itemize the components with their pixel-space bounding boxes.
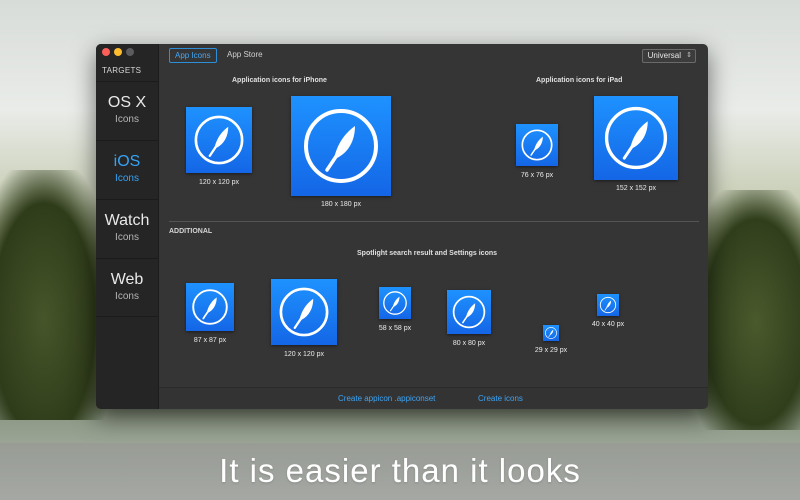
sidebar-item-subtitle: Icons: [115, 232, 139, 243]
icon-size-label: 40 x 40 px: [591, 321, 625, 328]
create-icons-button[interactable]: Create icons: [478, 394, 523, 403]
feather-icon: [194, 115, 244, 165]
targets-sidebar: TARGETS OS X Icons iOS Icons Watch Icons…: [96, 44, 159, 409]
window-controls: [102, 48, 134, 56]
feather-icon: [545, 327, 557, 339]
minimize-window-button[interactable]: [114, 48, 122, 56]
sidebar-item-title: iOS: [113, 153, 141, 170]
icon-preview-iphone-120[interactable]: [186, 107, 252, 173]
main-panel: App Icons App Store Universal ⇕ Applicat…: [159, 44, 708, 409]
feather-icon: [521, 129, 553, 161]
spotlight-section-label: Spotlight search result and Settings ico…: [357, 250, 498, 257]
device-select[interactable]: Universal ⇕: [641, 49, 696, 63]
sidebar-item-ios[interactable]: iOS Icons: [96, 140, 158, 198]
device-select-value: Universal: [647, 51, 681, 60]
section-divider: [169, 221, 699, 222]
close-window-button[interactable]: [102, 48, 110, 56]
feather-icon: [279, 287, 329, 337]
icon-size-label: 120 x 120 px: [283, 351, 325, 358]
sidebar-item-subtitle: Icons: [115, 173, 139, 184]
zoom-window-button[interactable]: [126, 48, 134, 56]
sidebar-item-title: Watch: [104, 212, 150, 229]
feather-icon: [304, 109, 378, 183]
icon-size-label: 87 x 87 px: [193, 337, 227, 344]
sidebar-item-watch[interactable]: Watch Icons: [96, 199, 158, 257]
icon-preview-spotlight-40[interactable]: [597, 294, 619, 316]
create-appiconset-button[interactable]: Create appicon .appiconset: [338, 394, 435, 403]
sidebar-item-subtitle: Icons: [115, 114, 139, 125]
feather-icon: [452, 295, 486, 329]
icon-size-label: 58 x 58 px: [378, 325, 412, 332]
icon-preview-spotlight-58[interactable]: [379, 287, 411, 319]
feather-icon: [192, 289, 228, 325]
sidebar-item-web[interactable]: Web Icons: [96, 258, 158, 317]
icon-size-label: 80 x 80 px: [452, 340, 486, 347]
updown-chevron-icon: ⇕: [686, 52, 692, 59]
action-footer: Create appicon .appiconset Create icons: [159, 387, 708, 409]
icon-size-label: 29 x 29 px: [534, 347, 568, 354]
icon-size-label: 76 x 76 px: [520, 172, 554, 179]
icon-preview-spotlight-87[interactable]: [186, 283, 234, 331]
icon-preview-spotlight-120[interactable]: [271, 279, 337, 345]
feather-icon: [599, 296, 617, 314]
icon-preview-spotlight-80[interactable]: [447, 290, 491, 334]
iphone-section-label: Application icons for iPhone: [232, 77, 327, 84]
icon-preview-iphone-180[interactable]: [291, 96, 391, 196]
icon-preview-ipad-152[interactable]: [594, 96, 678, 180]
tab-bar: App Icons App Store Universal ⇕: [159, 44, 708, 63]
sidebar-item-title: OS X: [107, 94, 147, 111]
ipad-section-label: Application icons for iPad: [536, 77, 623, 84]
promo-banner-text: It is easier than it looks: [219, 452, 581, 489]
icon-size-label: 180 x 180 px: [320, 201, 362, 208]
targets-heading: TARGETS: [102, 66, 142, 75]
icon-preview-spotlight-29[interactable]: [543, 325, 559, 341]
sidebar-item-title: Web: [110, 271, 144, 288]
app-window: TARGETS OS X Icons iOS Icons Watch Icons…: [96, 44, 708, 409]
sidebar-item-subtitle: Icons: [115, 291, 139, 302]
tab-app-icons[interactable]: App Icons: [169, 48, 217, 63]
feather-icon: [383, 291, 407, 315]
background-tree-left: [0, 170, 110, 420]
additional-heading: ADDITIONAL: [169, 228, 213, 235]
icon-preview-ipad-76[interactable]: [516, 124, 558, 166]
feather-icon: [604, 106, 668, 170]
icon-size-label: 152 x 152 px: [615, 185, 657, 192]
sidebar-item-osx[interactable]: OS X Icons: [96, 81, 158, 139]
tab-app-store[interactable]: App Store: [222, 48, 268, 61]
icon-size-label: 120 x 120 px: [198, 179, 240, 186]
